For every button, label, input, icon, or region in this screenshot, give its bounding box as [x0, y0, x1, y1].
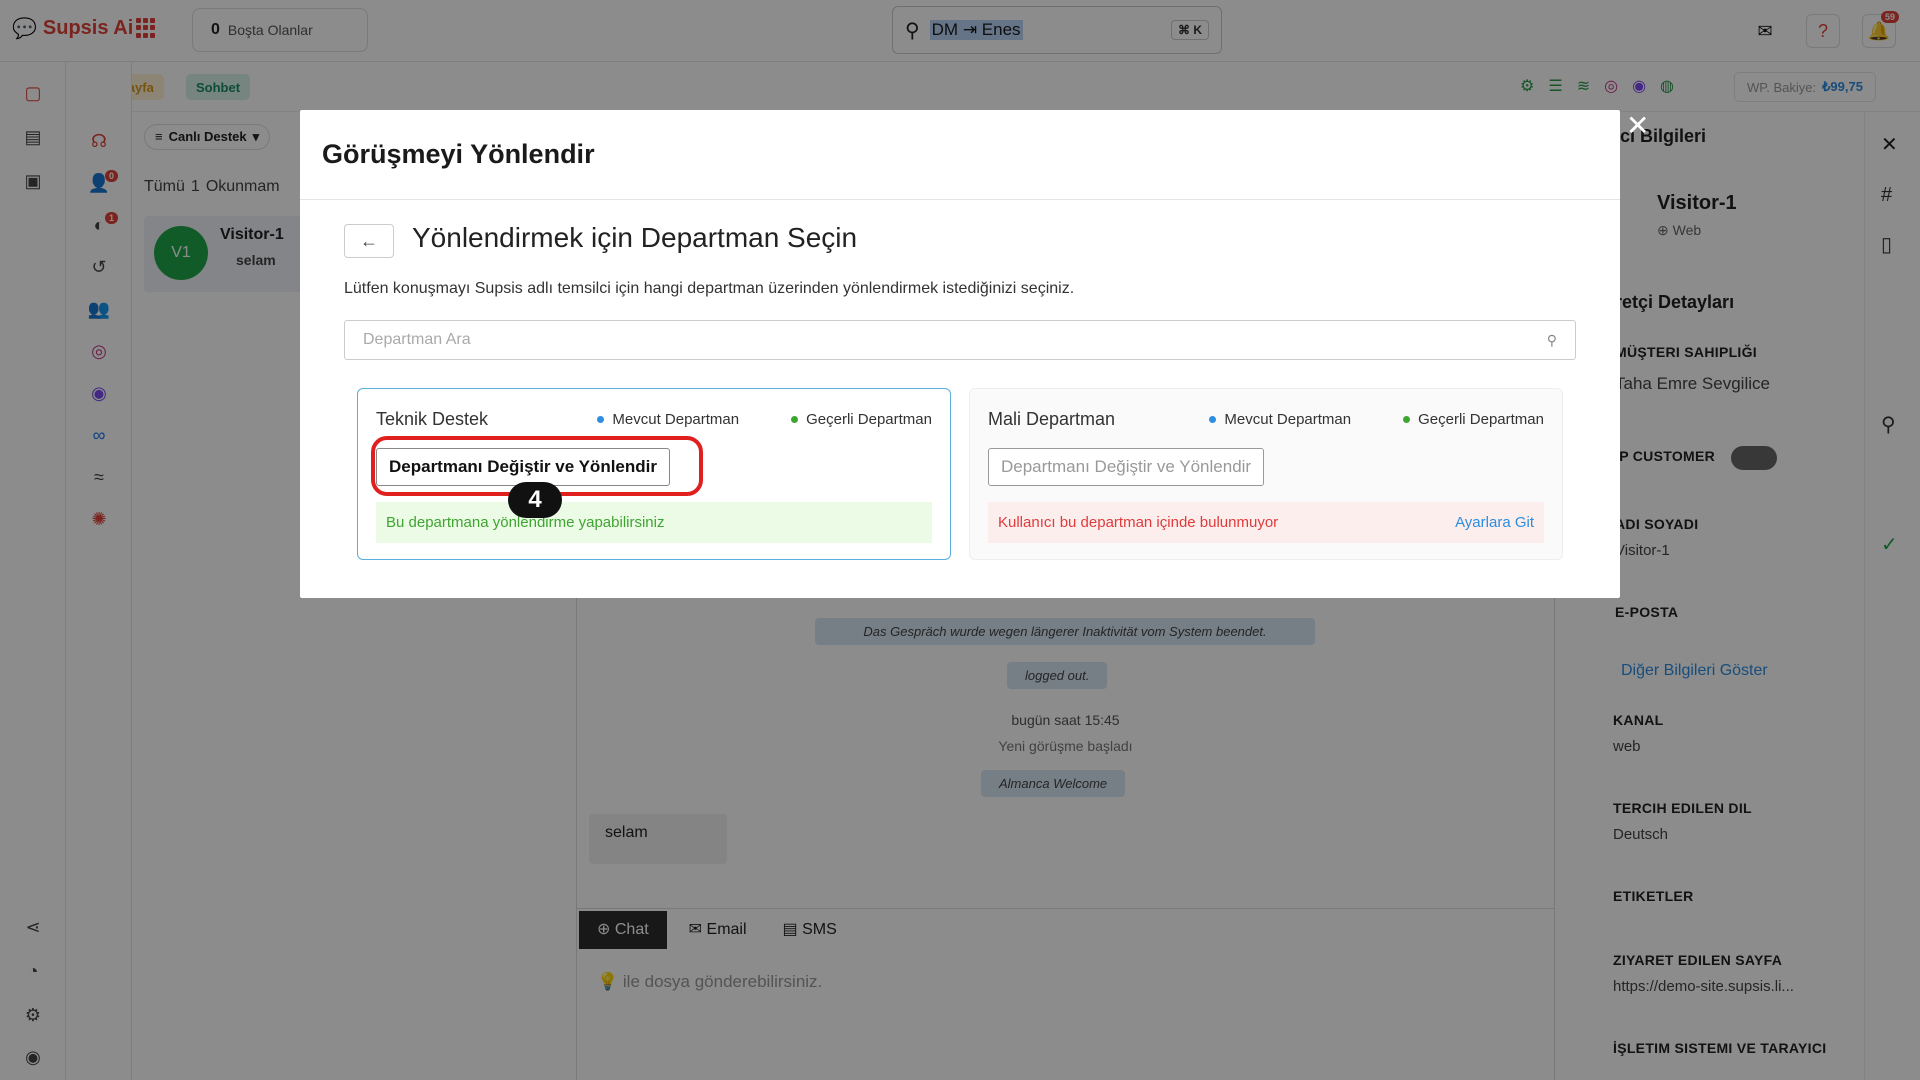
current-dot-icon — [597, 416, 605, 423]
department-search-input[interactable]: Departman Ara ⚲ — [344, 320, 1576, 360]
valid-dot-icon — [1403, 416, 1411, 423]
department-status-text: Kullanıcı bu departman içinde bulunmuyor — [998, 514, 1279, 531]
settings-link[interactable]: Ayarlara Git — [1455, 514, 1534, 531]
current-department-label: Mevcut Departman — [612, 411, 740, 428]
department-search-placeholder: Departman Ara — [363, 331, 471, 348]
department-status: Kullanıcı bu departman içinde bulunmuyor… — [988, 502, 1544, 543]
valid-dot-icon — [791, 416, 799, 423]
department-status: Bu departmana yönlendirme yapabilirsiniz — [376, 502, 932, 543]
arrow-left-icon: ← — [360, 230, 378, 251]
valid-department-label: Geçerli Departman — [806, 411, 932, 428]
current-department-label: Mevcut Departman — [1224, 411, 1352, 428]
close-icon[interactable]: ✕ — [1626, 112, 1649, 140]
valid-department-label: Geçerli Departman — [1418, 411, 1544, 428]
modal-subtitle: Yönlendirmek için Departman Seçin — [412, 222, 858, 253]
department-card-mali: Mali Departman Mevcut Departman Geçerli … — [969, 388, 1563, 560]
step-badge: 4 — [508, 482, 562, 518]
back-button[interactable]: ← — [344, 224, 394, 258]
modal-description: Lütfen konuşmayı Supsis adlı temsilci iç… — [344, 280, 1075, 297]
modal-title: Görüşmeyi Yönlendir — [300, 110, 1620, 200]
current-dot-icon — [1209, 416, 1217, 423]
change-redirect-button-disabled[interactable]: Departmanı Değiştir ve Yönlendir — [988, 448, 1265, 486]
department-name: Mali Departman — [988, 409, 1116, 429]
department-name: Teknik Destek — [376, 409, 489, 429]
search-icon: ⚲ — [1546, 331, 1557, 348]
